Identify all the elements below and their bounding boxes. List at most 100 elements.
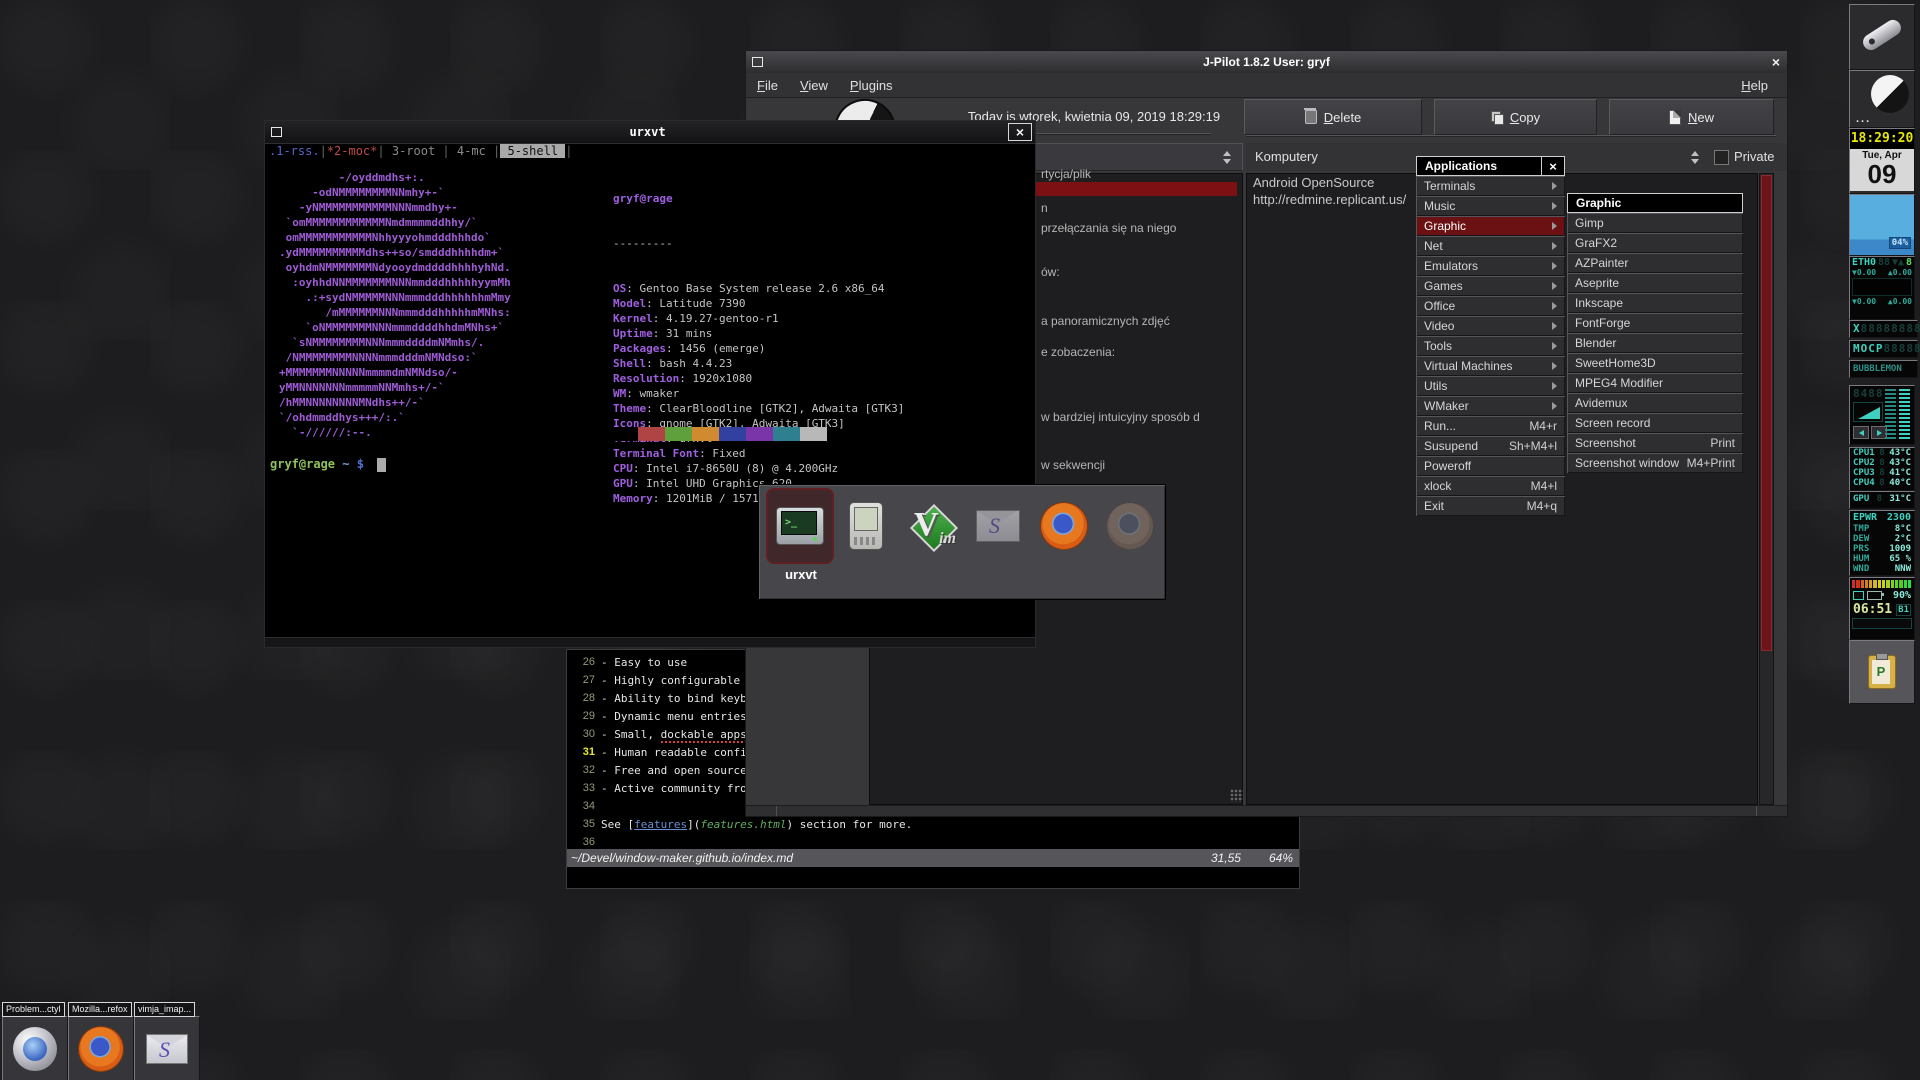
vim-scroll-percent: 64% [1269, 851, 1299, 865]
terminal-resizebar[interactable] [265, 637, 1035, 647]
dock-cpu-temps[interactable]: CPU1843°CCPU2843°CCPU3841°CCPU4840°C [1849, 447, 1915, 491]
menu-item-graphic[interactable]: Graphic [1416, 216, 1565, 236]
private-checkbox[interactable] [1714, 150, 1729, 165]
mixer-prev-button[interactable] [1853, 426, 1869, 439]
dock-blue-monitor[interactable]: 04% [1849, 194, 1915, 256]
dock-bubblemon[interactable]: BUBBLEMON [1849, 360, 1918, 378]
menu-item-blender[interactable]: Blender [1567, 333, 1743, 353]
menu-item-screen-record[interactable]: Screen record [1567, 413, 1743, 433]
menu-item-net[interactable]: Net [1416, 236, 1565, 256]
tmux-tab[interactable]: .1-rss. [269, 144, 320, 158]
menu-item-aseprite[interactable]: Aseprite [1567, 273, 1743, 293]
dock-mocp[interactable]: MOCP88888 [1849, 340, 1918, 358]
miniwindow-3[interactable]: vimja_imap...S [134, 1016, 200, 1080]
miniwindow-1[interactable]: Problem...ctyl [2, 1016, 68, 1080]
menu-item-poweroff[interactable]: Poweroff [1416, 456, 1565, 476]
miniaturize-button[interactable] [746, 51, 768, 73]
menu-item-inkscape[interactable]: Inkscape [1567, 293, 1743, 313]
menu-item-video[interactable]: Video [1416, 316, 1565, 336]
dock-x-display[interactable]: X88888888 [1849, 320, 1918, 338]
vim-line: 34 [567, 797, 601, 815]
applications-menu-titlebar[interactable]: Applications × [1416, 156, 1565, 176]
menu-item-fontforge[interactable]: FontForge [1567, 313, 1743, 333]
mixer-meter [1899, 389, 1910, 439]
spinner-icon[interactable] [1218, 147, 1236, 167]
dock-weather[interactable]: EPWR 2300 TMP8°CDEW2°CPRS1009HUM65 %WNDN… [1849, 510, 1915, 576]
menu-item-tools[interactable]: Tools [1416, 336, 1565, 356]
dock-jpilot-tile[interactable]: P [1849, 640, 1915, 704]
dock-clock[interactable]: 18:29:20 Tue, Apr 09 [1849, 128, 1915, 194]
menu-item-avidemux[interactable]: Avidemux [1567, 393, 1743, 413]
palette-swatch [665, 427, 692, 441]
switcher-item-mail[interactable]: S [966, 494, 1030, 558]
menu-item-office[interactable]: Office [1416, 296, 1565, 316]
switcher-item-vim[interactable]: Vim [900, 494, 964, 558]
menu-item-emulators[interactable]: Emulators [1416, 256, 1565, 276]
menu-item-sweethome3d[interactable]: SweetHome3D [1567, 353, 1743, 373]
neofetch-line: WM: wmaker [613, 386, 904, 401]
menu-item-wmaker[interactable]: WMaker [1416, 396, 1565, 416]
switcher-selected-label: urxvt [769, 567, 833, 582]
menu-item-screenshot[interactable]: ScreenshotPrint [1567, 433, 1743, 453]
menu-item-games[interactable]: Games [1416, 276, 1565, 296]
menu-item-terminals[interactable]: Terminals [1416, 176, 1565, 196]
close-button[interactable]: × [1765, 51, 1787, 73]
delete-button[interactable]: Delete [1244, 99, 1422, 135]
dock-tile-blade[interactable] [1849, 4, 1915, 70]
menu-close-button[interactable]: × [1541, 157, 1564, 175]
new-button[interactable]: New [1609, 99, 1774, 135]
menu-item-gimp[interactable]: Gimp [1567, 213, 1743, 233]
dock-network-monitor[interactable]: ETH0 88 ▼▲ 8 ▼0.00 ▲0.00 ▼0.00 ▲0.00 [1849, 256, 1915, 320]
dock-mixer[interactable]: 8488 [1849, 385, 1915, 445]
switcher-item-firefox-2[interactable] [1098, 494, 1162, 558]
menu-item-virtual-machines[interactable]: Virtual Machines [1416, 356, 1565, 376]
switcher-item-urxvt[interactable]: >_ [768, 494, 832, 558]
graphic-submenu-titlebar[interactable]: Graphic [1567, 193, 1743, 213]
neofetch-line: Kernel: 4.19.27-gentoo-r1 [613, 311, 904, 326]
miniaturize-button[interactable] [265, 121, 287, 143]
tmux-tab[interactable]: 5-shell [500, 144, 565, 158]
shell-prompt[interactable]: gryf@rage ~ $ [270, 457, 386, 472]
menu-item-music[interactable]: Music [1416, 196, 1565, 216]
menu-help[interactable]: Help [1730, 73, 1779, 97]
resize-grip[interactable] [1230, 789, 1243, 802]
menu-item-mpeg4-modifier[interactable]: MPEG4 Modifier [1567, 373, 1743, 393]
dock-battery[interactable]: 90% 06:51 B1 [1849, 577, 1915, 640]
close-button[interactable]: × [1008, 123, 1032, 141]
datebook-text-fragment: w sekwencji [1041, 458, 1105, 472]
jpilot-resizebar[interactable] [746, 805, 1787, 816]
dock-gpu-temp[interactable]: GPU 8 31°C [1849, 491, 1915, 509]
menu-item-xlock[interactable]: xlockM4+l [1416, 476, 1565, 496]
dock-tile-circle-app[interactable]: ... [1849, 70, 1915, 128]
tmux-tab[interactable]: *2-moc* [327, 144, 378, 158]
scrollbar-thumb[interactable] [1761, 175, 1772, 651]
menu-item-run-[interactable]: Run...M4+r [1416, 416, 1565, 436]
vim-line: 35See [features](features.html) section … [567, 815, 912, 833]
menu-item-grafx2[interactable]: GraFX2 [1567, 233, 1743, 253]
tmux-tab-bar[interactable]: .1-rss.|*2-moc*| 3-root | 4-mc | 5-shell… [269, 144, 573, 158]
menu-item-azpainter[interactable]: AZPainter [1567, 253, 1743, 273]
switcher-item-jpilot[interactable] [834, 494, 898, 558]
submenu-arrow-icon [1552, 222, 1557, 230]
net-digit: 8 [1906, 257, 1912, 268]
terminal-titlebar[interactable]: urxvt × [265, 121, 1035, 144]
datebook-text-fragment: w bardziej intuicyjny sposób d [1041, 410, 1200, 424]
miniwindow-label: vimja_imap... [134, 1002, 195, 1017]
menu-item-susupend[interactable]: SusupendSh+M4+l [1416, 436, 1565, 456]
menu-view[interactable]: View [789, 78, 839, 93]
jpilot-titlebar[interactable]: J-Pilot 1.8.2 User: gryf × [746, 51, 1787, 74]
switcher-item-firefox[interactable] [1032, 494, 1096, 558]
scrollbar[interactable] [1759, 173, 1774, 805]
miniwindow-2[interactable]: Mozilla...refox [68, 1016, 134, 1080]
menu-plugins[interactable]: Plugins [839, 78, 904, 93]
menu-item-screenshot-window[interactable]: Screenshot windowM4+Print [1567, 453, 1743, 473]
menu-file[interactable]: File [746, 78, 789, 93]
menu-item-utils[interactable]: Utils [1416, 376, 1565, 396]
neofetch-line: Terminal Font: Fixed [613, 446, 904, 461]
tmux-tab[interactable]: 4-mc [450, 144, 493, 158]
tmux-tab[interactable]: 3-root [385, 144, 443, 158]
spinner-icon[interactable] [1686, 147, 1704, 167]
menu-item-exit[interactable]: ExitM4+q [1416, 496, 1565, 516]
terminal-icon: >_ [776, 507, 824, 545]
copy-button[interactable]: Copy [1434, 99, 1597, 135]
